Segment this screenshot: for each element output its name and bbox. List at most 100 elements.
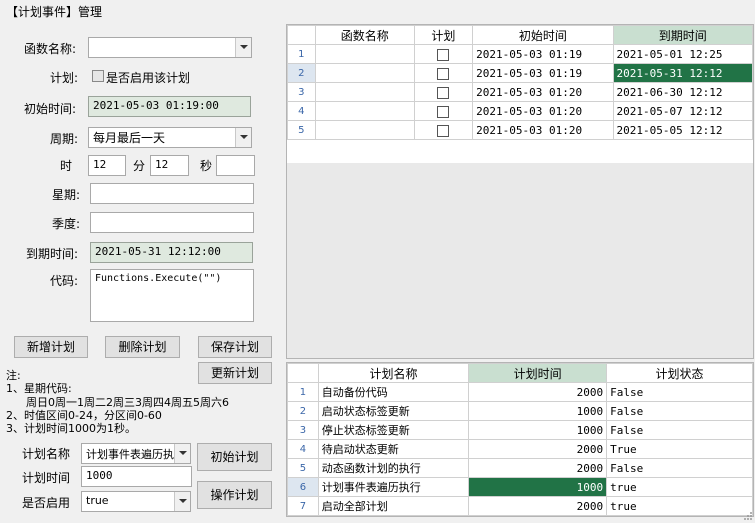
cell-plan-name[interactable]: 启动全部计划 <box>317 496 470 516</box>
table-row[interactable]: 3 停止状态标签更新 1000 False <box>287 420 753 440</box>
cell-plan-name[interactable]: 停止状态标签更新 <box>317 420 470 440</box>
cell-plan-time[interactable]: 1000 <box>468 420 608 440</box>
column-header-plan-time[interactable]: 计划时间 <box>468 363 608 383</box>
column-header-plan-status[interactable]: 计划状态 <box>606 363 753 383</box>
cell-function-name[interactable] <box>314 63 415 83</box>
update-plan-button[interactable]: 更新计划 <box>198 362 272 384</box>
table-row[interactable]: 5 动态函数计划的执行 2000 False <box>287 458 753 478</box>
function-name-combo[interactable] <box>88 37 252 58</box>
enabled-combo[interactable]: true <box>81 491 191 512</box>
cell-plan-name[interactable]: 动态函数计划的执行 <box>317 458 470 478</box>
plan-time-field[interactable]: 1000 <box>81 466 192 487</box>
cell-start-time[interactable]: 2021-05-03 01:19 <box>472 44 614 64</box>
row-number[interactable]: 6 <box>287 477 319 497</box>
init-plan-button[interactable]: 初始计划 <box>197 443 272 471</box>
cell-plan-time[interactable]: 1000 <box>468 401 608 421</box>
plan-checkbox[interactable] <box>437 48 450 61</box>
cell-due-time[interactable]: 2021-05-07 12:12 <box>612 101 753 121</box>
cell-plan-status[interactable]: true <box>606 496 753 516</box>
cell-plan-name[interactable]: 计划事件表遍历执行 <box>317 477 470 497</box>
due-time-field[interactable]: 2021-05-31 12:12:00 <box>90 242 253 263</box>
row-number[interactable]: 2 <box>287 63 316 83</box>
table-row[interactable]: 1 2021-05-03 01:19 2021-05-01 12:25 <box>287 44 753 64</box>
cell-plan-name[interactable]: 待启动状态更新 <box>317 439 470 459</box>
period-combo[interactable]: 每月最后一天 <box>88 127 252 148</box>
table-row[interactable]: 7 启动全部计划 2000 true <box>287 496 753 516</box>
plan-checkbox[interactable] <box>437 124 450 137</box>
cell-plan-status[interactable]: False <box>606 458 753 478</box>
operate-plan-button[interactable]: 操作计划 <box>197 481 272 509</box>
plan-checkbox[interactable] <box>437 105 450 118</box>
plan-enabled-checkbox[interactable] <box>92 70 104 82</box>
table-row[interactable]: 5 2021-05-03 01:20 2021-05-05 12:12 <box>287 120 753 140</box>
plan-checkbox[interactable] <box>437 67 450 80</box>
cell-start-time[interactable]: 2021-05-03 01:20 <box>472 101 614 121</box>
cell-plan-time[interactable]: 2000 <box>468 382 608 402</box>
cell-start-time[interactable]: 2021-05-03 01:19 <box>472 63 614 83</box>
second-field[interactable] <box>216 155 255 176</box>
table-row[interactable]: 1 自动备份代码 2000 False <box>287 382 753 402</box>
cell-start-time[interactable]: 2021-05-03 01:20 <box>472 82 614 102</box>
quarter-field[interactable] <box>90 212 254 233</box>
plan-name-combo[interactable]: 计划事件表遍历执 <box>81 443 191 464</box>
plan-checkbox[interactable] <box>437 86 450 99</box>
code-textarea[interactable]: Functions.Execute("") <box>90 269 254 322</box>
chevron-down-icon[interactable] <box>235 128 251 147</box>
column-header-function-name[interactable]: 函数名称 <box>314 25 415 45</box>
start-time-field[interactable]: 2021-05-03 01:19:00 <box>88 96 251 117</box>
hour-field[interactable]: 12 <box>88 155 126 176</box>
cell-plan-status[interactable]: False <box>606 401 753 421</box>
row-number[interactable]: 5 <box>287 120 316 140</box>
cell-function-name[interactable] <box>314 82 415 102</box>
row-number[interactable]: 3 <box>287 82 316 102</box>
cell-plan-time[interactable]: 2000 <box>468 439 608 459</box>
cell-plan-time[interactable]: 2000 <box>468 458 608 478</box>
cell-plan-time[interactable]: 2000 <box>468 496 608 516</box>
row-number[interactable]: 1 <box>287 382 319 402</box>
cell-function-name[interactable] <box>314 44 415 64</box>
cell-due-time-selected[interactable]: 2021-05-31 12:12 <box>612 63 753 83</box>
cell-due-time[interactable]: 2021-05-05 12:12 <box>612 120 753 140</box>
table-row[interactable]: 4 2021-05-03 01:20 2021-05-07 12:12 <box>287 101 753 121</box>
cell-plan-status[interactable]: False <box>606 420 753 440</box>
row-number[interactable]: 1 <box>287 44 316 64</box>
row-number[interactable]: 5 <box>287 458 319 478</box>
cell-due-time[interactable]: 2021-05-01 12:25 <box>612 44 753 64</box>
column-header-due-time[interactable]: 到期时间 <box>612 25 753 45</box>
column-header-plan[interactable]: 计划 <box>413 25 474 45</box>
row-number[interactable]: 2 <box>287 401 319 421</box>
chevron-down-icon[interactable] <box>235 38 251 57</box>
table-row[interactable]: 3 2021-05-03 01:20 2021-06-30 12:12 <box>287 82 753 102</box>
plan-enabled-checkbox-label[interactable]: 是否启用该计划 <box>106 69 190 86</box>
cell-plan-status[interactable]: true <box>606 477 753 497</box>
row-number[interactable]: 3 <box>287 420 319 440</box>
cell-start-time[interactable]: 2021-05-03 01:20 <box>472 120 614 140</box>
table-row[interactable]: 2 启动状态标签更新 1000 False <box>287 401 753 421</box>
chevron-down-icon[interactable] <box>174 444 190 463</box>
delete-plan-button[interactable]: 删除计划 <box>105 336 180 358</box>
chevron-down-icon[interactable] <box>174 492 190 511</box>
add-plan-button[interactable]: 新增计划 <box>14 336 88 358</box>
save-plan-button[interactable]: 保存计划 <box>198 336 272 358</box>
column-header-plan-name[interactable]: 计划名称 <box>317 363 470 383</box>
cell-plan-name[interactable]: 自动备份代码 <box>317 382 470 402</box>
resize-grip-icon[interactable] <box>743 511 753 521</box>
schedule-grid[interactable]: 函数名称 计划 初始时间 到期时间 1 2021-05-03 01:19 202… <box>286 24 754 359</box>
cell-function-name[interactable] <box>314 120 415 140</box>
column-header-start-time[interactable]: 初始时间 <box>472 25 614 45</box>
cell-due-time[interactable]: 2021-06-30 12:12 <box>612 82 753 102</box>
cell-function-name[interactable] <box>314 101 415 121</box>
cell-plan-time-selected[interactable]: 1000 <box>468 477 608 497</box>
cell-plan-status[interactable]: False <box>606 382 753 402</box>
cell-plan-status[interactable]: True <box>606 439 753 459</box>
table-row[interactable]: 4 待启动状态更新 2000 True <box>287 439 753 459</box>
table-row[interactable]: 2 2021-05-03 01:19 2021-05-31 12:12 <box>287 63 753 83</box>
table-row[interactable]: 6 计划事件表遍历执行 1000 true <box>287 477 753 497</box>
week-field[interactable] <box>90 183 254 204</box>
cell-plan-name[interactable]: 启动状态标签更新 <box>317 401 470 421</box>
plan-events-grid[interactable]: 计划名称 计划时间 计划状态 1 自动备份代码 2000 False 2 启动状… <box>286 362 754 517</box>
row-number[interactable]: 4 <box>287 101 316 121</box>
row-number[interactable]: 7 <box>287 496 319 516</box>
minute-field[interactable]: 12 <box>150 155 189 176</box>
row-number[interactable]: 4 <box>287 439 319 459</box>
